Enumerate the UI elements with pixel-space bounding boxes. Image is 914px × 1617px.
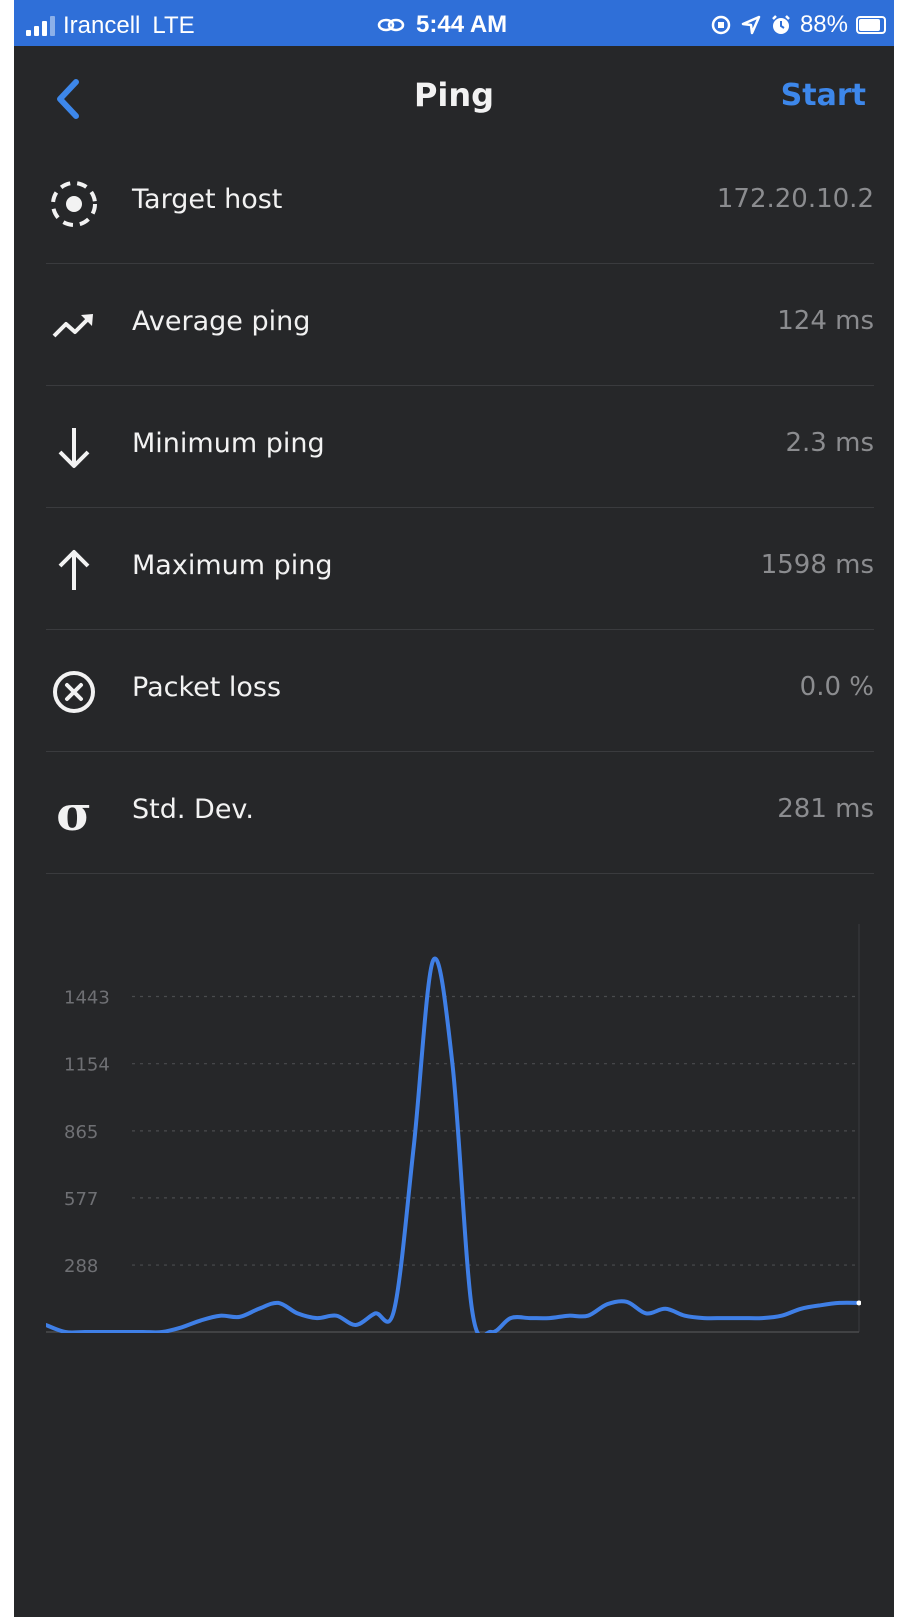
stat-value: 172.20.10.2	[716, 184, 874, 214]
stat-row-std-dev: σ Std. Dev. 281 ms	[46, 752, 874, 874]
stat-label: Target host	[132, 184, 283, 215]
battery-fill	[859, 19, 881, 31]
sigma-symbol: σ	[56, 786, 92, 842]
arrow-down-icon	[46, 420, 102, 476]
page-title: Ping	[413, 76, 495, 114]
status-bar: Irancell LTE 5:44 AM 88%	[14, 0, 894, 46]
status-center: 5:44 AM	[376, 11, 507, 39]
target-icon	[46, 176, 102, 232]
ping-screen: Irancell LTE 5:44 AM 88% Ping Start Targ…	[14, 0, 894, 1617]
stat-row-maximum-ping: Maximum ping 1598 ms	[46, 508, 874, 630]
stat-label: Std. Dev.	[132, 794, 254, 825]
nav-bar: Ping Start	[14, 46, 894, 146]
battery-percent: 88%	[799, 11, 848, 38]
alarm-icon	[772, 15, 790, 34]
stat-label: Packet loss	[132, 672, 282, 703]
y-tick-label: 1443	[64, 988, 110, 1009]
arrow-up-icon	[46, 542, 102, 598]
stat-value: 281 ms	[777, 794, 874, 824]
stat-label: Average ping	[132, 306, 311, 337]
stat-row-target-host: Target host 172.20.10.2	[46, 142, 874, 264]
stat-label: Maximum ping	[132, 550, 333, 581]
stat-row-minimum-ping: Minimum ping 2.3 ms	[46, 386, 874, 508]
location-icon	[741, 15, 761, 35]
signal-icon	[26, 16, 55, 36]
stat-value: 2.3 ms	[785, 428, 875, 458]
y-tick-label: 865	[64, 1122, 98, 1143]
battery-icon	[856, 16, 886, 34]
stat-value: 124 ms	[777, 306, 874, 336]
y-tick-label: 577	[64, 1189, 98, 1210]
trending-up-icon	[46, 298, 102, 354]
ping-chart-svg: 288 577 865 1154 1443	[46, 924, 861, 1333]
link-icon	[377, 18, 405, 32]
sigma-icon: σ	[46, 786, 102, 842]
start-button[interactable]: Start	[781, 78, 866, 113]
stat-label: Minimum ping	[132, 428, 325, 459]
carrier-name: Irancell	[63, 12, 141, 39]
status-time: 5:44 AM	[416, 11, 508, 38]
y-tick-label: 288	[64, 1256, 98, 1277]
stat-value: 1598 ms	[760, 550, 874, 580]
stat-row-packet-loss: Packet loss 0.0 %	[46, 630, 874, 752]
stat-list: Target host 172.20.10.2 Average ping 124…	[14, 142, 894, 874]
stat-value: 0.0 %	[799, 672, 874, 702]
series-line	[46, 956, 861, 1333]
circle-x-icon	[46, 664, 102, 720]
network-type: LTE	[152, 12, 195, 39]
status-left: Irancell LTE	[26, 12, 195, 40]
orientation-lock-icon	[711, 15, 731, 35]
stat-row-average-ping: Average ping 124 ms	[46, 264, 874, 386]
y-tick-label: 1154	[64, 1055, 110, 1076]
ping-chart: 288 577 865 1154 1443	[46, 924, 861, 1344]
status-right: 88%	[710, 11, 886, 39]
